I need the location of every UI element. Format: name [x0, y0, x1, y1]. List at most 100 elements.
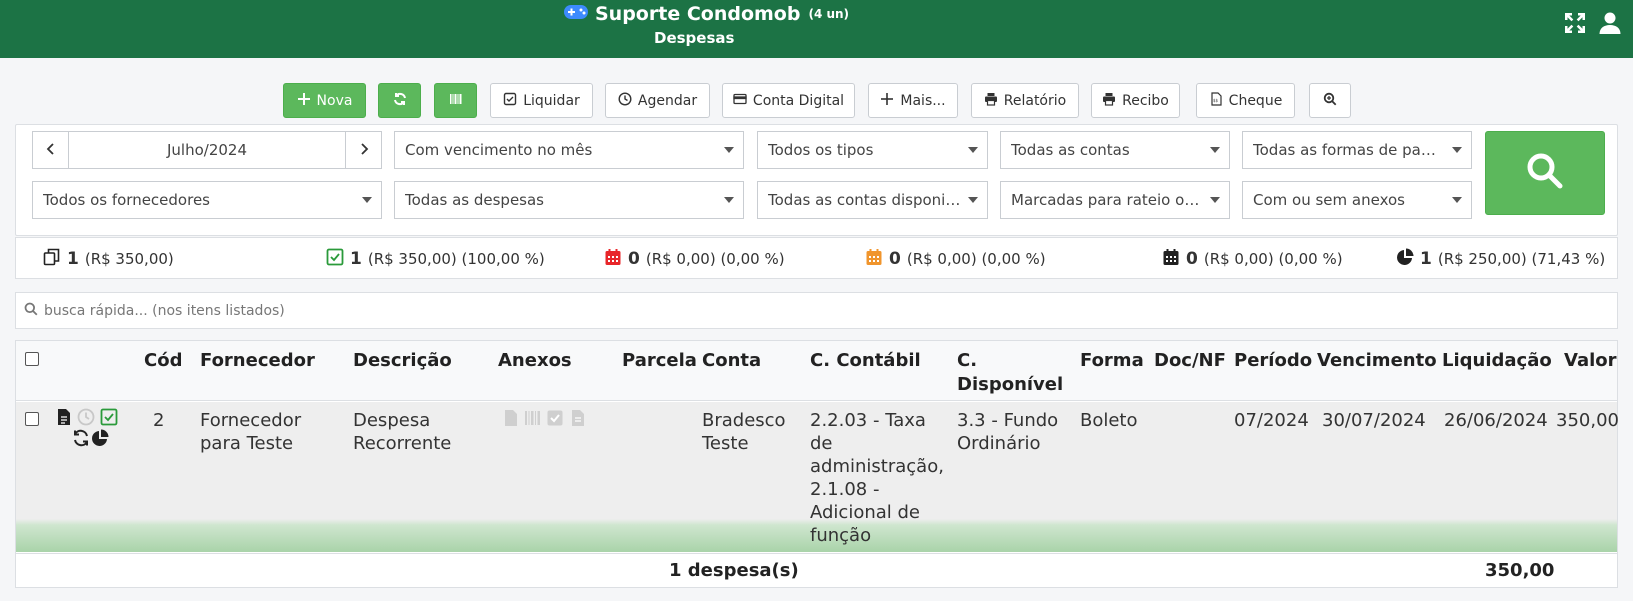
liquidar-button[interactable]: Liquidar [490, 83, 593, 118]
month-label[interactable]: Julho/2024 [68, 132, 346, 168]
summary-agendadas-detail: (R$ 0,00) (0,00 %) [1203, 250, 1343, 268]
title-line: Suporte Condomob (4 un) [563, 3, 849, 25]
col-periodo[interactable]: Período [1234, 349, 1312, 373]
fornecedores-select[interactable]: Todos os fornecedores [32, 181, 382, 219]
barcode-icon[interactable] [524, 409, 542, 427]
caret-down-icon [968, 147, 978, 153]
check-square-icon[interactable] [100, 408, 118, 426]
recibo-button[interactable]: Recibo [1091, 83, 1180, 118]
refresh-icon [393, 92, 407, 110]
cell-vencimento: 30/07/2024 [1322, 410, 1426, 431]
footer-count: 1 despesa(s) [669, 560, 799, 581]
chevron-right-icon [357, 141, 371, 160]
expand-icon[interactable] [1563, 11, 1587, 35]
summary-a-vencer[interactable]: 0 (R$ 0,00) (0,00 %) [865, 238, 1046, 280]
formas-select[interactable]: Todas as formas de pagamento [1242, 131, 1472, 169]
prev-month-button[interactable] [33, 132, 68, 168]
app-title: Suporte Condomob [595, 3, 801, 25]
cell-descricao: Despesa Recorrente [353, 409, 451, 455]
nova-button[interactable]: Nova [283, 83, 366, 118]
rateio-select[interactable]: Marcadas para rateio ou não [1000, 181, 1230, 219]
recurring-icon[interactable] [72, 429, 90, 447]
summary-a-vencer-count: 0 [889, 249, 901, 269]
anexos-select[interactable]: Com ou sem anexos [1242, 181, 1472, 219]
contas-disp-value: Todas as contas disponibilizadas [768, 191, 961, 209]
file-icon[interactable] [569, 409, 587, 427]
document-icon[interactable] [55, 408, 73, 426]
summary-agendadas[interactable]: 0 (R$ 0,00) (0,00 %) [1162, 238, 1343, 280]
footer-total: 350,00 [1485, 560, 1555, 581]
barcode-button[interactable] [434, 83, 477, 118]
col-vencimento[interactable]: Vencimento [1317, 349, 1437, 373]
filter-panel: Julho/2024 Com vencimento no mês Todos o… [15, 124, 1618, 236]
col-c-disponivel-line2: Disponível [957, 374, 1064, 395]
next-month-button[interactable] [346, 132, 381, 168]
pie-chart-icon [1396, 248, 1414, 270]
cell-c-disponivel: 3.3 - Fundo Ordinário [957, 409, 1058, 455]
cell-c-contabil-line: Adicional de [810, 502, 920, 523]
cell-c-contabil: 2.2.03 - Taxa de administração, 2.1.08 -… [810, 409, 944, 547]
summary-rateio[interactable]: 1 (R$ 250,00) (71,43 %) [1396, 238, 1605, 280]
summary-liquidadas-detail: (R$ 350,00) (100,00 %) [367, 250, 545, 268]
summary-vencidas-detail: (R$ 0,00) (0,00 %) [645, 250, 785, 268]
tipos-select[interactable]: Todos os tipos [757, 131, 988, 169]
caret-down-icon [1210, 147, 1220, 153]
cell-periodo: 07/2024 [1234, 410, 1309, 431]
select-all-checkbox[interactable] [25, 352, 39, 366]
file-icon[interactable] [502, 409, 520, 427]
cell-fornecedor-line1: Fornecedor [200, 410, 302, 431]
col-conta[interactable]: Conta [702, 349, 761, 373]
units-badge: (4 un) [808, 7, 850, 21]
anexos-value: Com ou sem anexos [1253, 191, 1405, 209]
agendar-button[interactable]: Agendar [605, 83, 710, 118]
contas-select[interactable]: Todas as contas [1000, 131, 1230, 169]
quick-search [15, 292, 1618, 329]
zoom-button[interactable] [1309, 83, 1351, 118]
col-c-disponivel[interactable]: C. Disponível [957, 349, 1063, 397]
user-icon[interactable] [1598, 11, 1622, 35]
summary-total[interactable]: 1 (R$ 350,00) [43, 238, 174, 280]
summary-vencidas[interactable]: 0 (R$ 0,00) (0,00 %) [604, 238, 785, 280]
refresh-button[interactable] [378, 83, 421, 118]
col-c-contabil[interactable]: C. Contábil [810, 349, 921, 373]
cell-conta-line1: Bradesco [702, 410, 786, 431]
pie-chart-icon[interactable] [91, 429, 109, 447]
cell-c-contabil-line: 2.1.08 - [810, 479, 880, 500]
quick-search-input[interactable] [44, 302, 1544, 319]
summary-total-detail: (R$ 350,00) [84, 250, 174, 268]
cell-c-disponivel-line2: Ordinário [957, 433, 1041, 454]
col-doc-nf[interactable]: Doc/NF [1154, 349, 1226, 373]
col-liquidacao[interactable]: Liquidação [1442, 349, 1552, 373]
cell-fornecedor-line2: para Teste [200, 433, 294, 454]
row-checkbox[interactable] [25, 412, 39, 426]
col-descricao[interactable]: Descrição [353, 349, 452, 373]
relatorio-button[interactable]: Relatório [971, 83, 1079, 118]
cell-forma: Boleto [1080, 410, 1138, 431]
col-fornecedor[interactable]: Fornecedor [200, 349, 315, 373]
app-header: Suporte Condomob (4 un) Despesas [0, 0, 1633, 58]
summary-liquidadas[interactable]: 1 (R$ 350,00) (100,00 %) [326, 238, 545, 280]
col-cod[interactable]: Cód [144, 349, 182, 373]
svg-text:$$: $$ [1213, 98, 1219, 103]
search-button[interactable] [1485, 131, 1605, 215]
calendar-icon [865, 248, 883, 270]
summary-vencidas-count: 0 [628, 249, 640, 269]
despesas-select[interactable]: Todas as despesas [394, 181, 744, 219]
print-icon [984, 92, 998, 110]
col-valor[interactable]: Valor [1564, 349, 1617, 373]
cheque-button[interactable]: $$ Cheque [1196, 83, 1295, 118]
contas-disponibilizadas-select[interactable]: Todas as contas disponibilizadas [757, 181, 988, 219]
check-square-icon[interactable] [546, 409, 564, 427]
conta-digital-button[interactable]: Conta Digital [722, 83, 855, 118]
vencimento-select[interactable]: Com vencimento no mês [394, 131, 744, 169]
caret-down-icon [1452, 147, 1462, 153]
col-forma[interactable]: Forma [1080, 349, 1144, 373]
col-anexos[interactable]: Anexos [498, 349, 572, 373]
caret-down-icon [362, 197, 372, 203]
col-parcela[interactable]: Parcela [622, 349, 697, 373]
print-icon [1102, 92, 1116, 110]
clock-icon[interactable] [77, 408, 95, 426]
plus-icon [880, 92, 894, 110]
caret-down-icon [1452, 197, 1462, 203]
mais-button[interactable]: Mais... [868, 83, 958, 118]
